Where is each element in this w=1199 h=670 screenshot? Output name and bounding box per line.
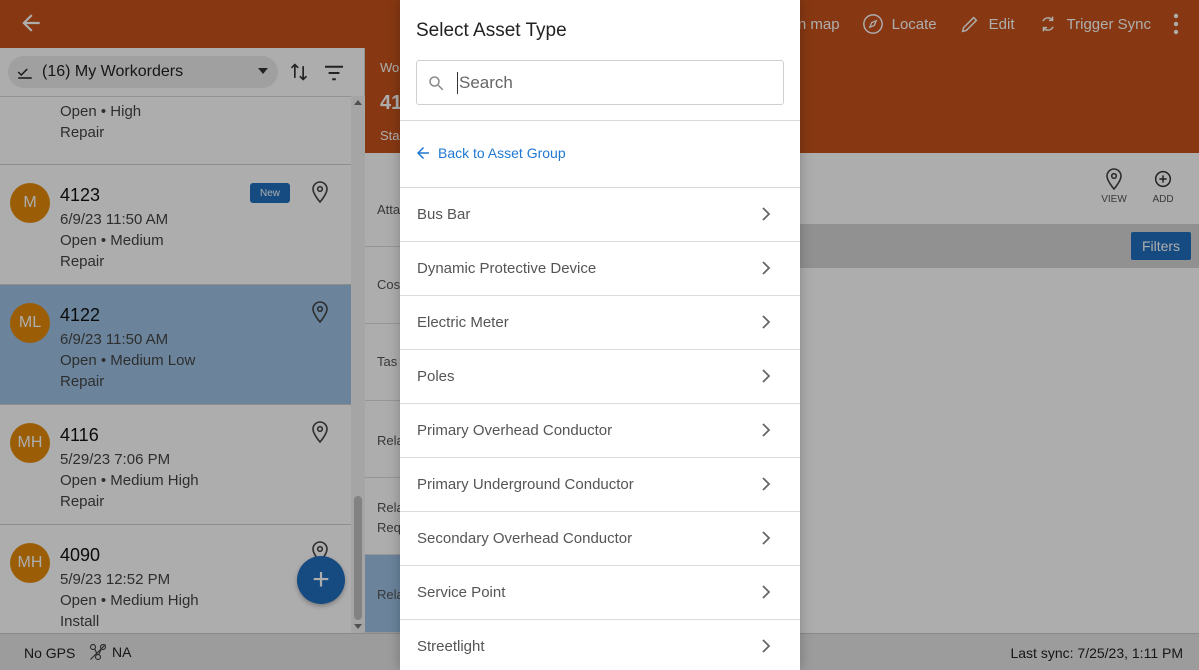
asset-type-label: Secondary Overhead Conductor bbox=[417, 530, 633, 547]
search-box[interactable] bbox=[416, 60, 784, 105]
asset-type-item-poles[interactable]: Poles bbox=[400, 350, 800, 404]
search-input[interactable] bbox=[459, 72, 759, 93]
divider bbox=[400, 120, 800, 121]
asset-type-list: Bus Bar Dynamic Protective Device Electr… bbox=[400, 188, 800, 670]
select-asset-type-dialog: Select Asset Type Back to Asset Group Bu… bbox=[400, 0, 800, 670]
asset-type-item-streetlight[interactable]: Streetlight bbox=[400, 620, 800, 670]
chevron-right-icon bbox=[762, 531, 771, 545]
asset-type-label: Electric Meter bbox=[417, 314, 509, 331]
arrow-left-icon bbox=[417, 147, 429, 159]
asset-type-label: Primary Overhead Conductor bbox=[417, 422, 613, 439]
asset-type-label: Dynamic Protective Device bbox=[417, 260, 597, 277]
asset-type-label: Primary Underground Conductor bbox=[417, 476, 634, 493]
asset-type-label: Poles bbox=[417, 368, 455, 385]
asset-type-item-electric-meter[interactable]: Electric Meter bbox=[400, 296, 800, 350]
chevron-right-icon bbox=[762, 369, 771, 383]
asset-type-item-bus-bar[interactable]: Bus Bar bbox=[400, 188, 800, 242]
asset-type-label: Streetlight bbox=[417, 638, 485, 655]
chevron-right-icon bbox=[762, 315, 771, 329]
asset-type-item-primary-underground-conductor[interactable]: Primary Underground Conductor bbox=[400, 458, 800, 512]
text-cursor bbox=[457, 71, 458, 94]
asset-type-item-primary-overhead-conductor[interactable]: Primary Overhead Conductor bbox=[400, 404, 800, 458]
asset-type-item-dynamic-protective-device[interactable]: Dynamic Protective Device bbox=[400, 242, 800, 296]
asset-type-item-secondary-overhead-conductor[interactable]: Secondary Overhead Conductor bbox=[400, 512, 800, 566]
back-link-label: Back to Asset Group bbox=[438, 145, 566, 161]
search-icon bbox=[429, 75, 444, 90]
chevron-right-icon bbox=[762, 423, 771, 437]
chevron-right-icon bbox=[762, 477, 771, 491]
chevron-right-icon bbox=[762, 207, 771, 221]
asset-type-label: Service Point bbox=[417, 584, 506, 601]
back-to-asset-group-link[interactable]: Back to Asset Group bbox=[414, 144, 566, 162]
chevron-right-icon bbox=[762, 585, 771, 599]
chevron-right-icon bbox=[762, 639, 771, 653]
dialog-title: Select Asset Type bbox=[416, 20, 567, 41]
asset-type-label: Bus Bar bbox=[417, 206, 471, 223]
asset-type-item-service-point[interactable]: Service Point bbox=[400, 566, 800, 620]
chevron-right-icon bbox=[762, 261, 771, 275]
